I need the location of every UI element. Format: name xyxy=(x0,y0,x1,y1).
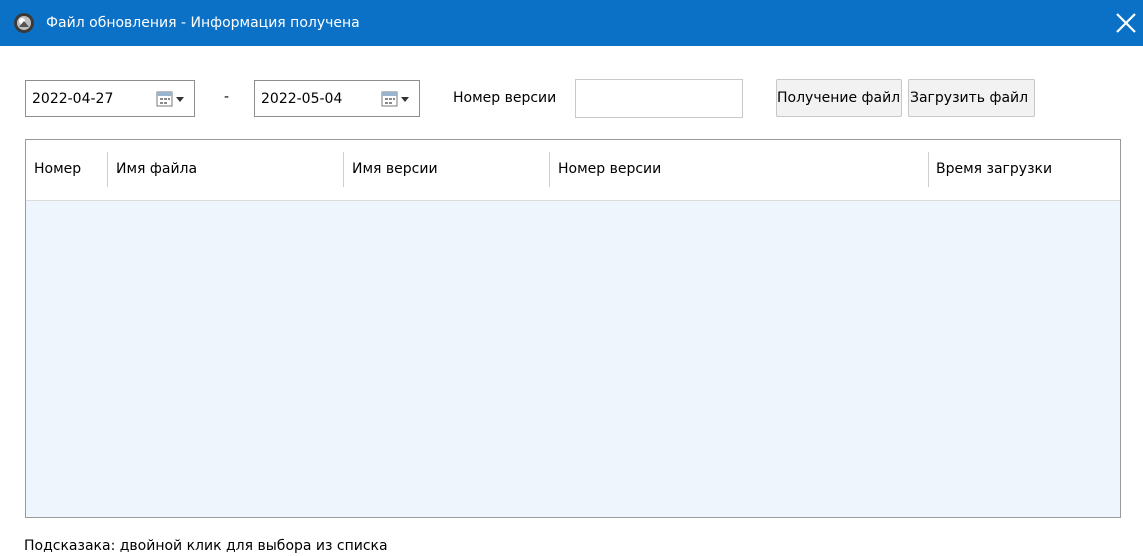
files-table[interactable]: Номер Имя файла Имя версии Номер версии … xyxy=(25,139,1121,518)
column-header-upload-time[interactable]: Время загрузки xyxy=(929,140,1120,200)
date-from-picker[interactable]: 2022-04-27 xyxy=(25,80,195,117)
column-header-label: Имя файла xyxy=(116,161,198,177)
window-title: Файл обновления - Информация получена xyxy=(46,15,360,31)
calendar-dropdown-icon[interactable] xyxy=(156,91,186,108)
app-logo-icon xyxy=(14,13,34,33)
table-header: Номер Имя файла Имя версии Номер версии … xyxy=(26,140,1120,201)
version-number-label: Номер версии xyxy=(453,90,557,106)
fetch-file-label: Получение файла xyxy=(777,90,902,106)
column-header-label: Имя версии xyxy=(352,161,438,177)
column-header-file-name[interactable]: Имя файла xyxy=(108,140,343,200)
column-header-version-name[interactable]: Имя версии xyxy=(344,140,549,200)
date-from-value: 2022-04-27 xyxy=(32,91,114,107)
column-header-label: Номер версии xyxy=(558,161,662,177)
title-bar: Файл обновления - Информация получена xyxy=(0,0,1143,46)
upload-file-button[interactable]: Загрузить файл xyxy=(908,79,1035,117)
version-number-input[interactable] xyxy=(575,79,743,118)
column-header-label: Время загрузки xyxy=(936,161,1053,177)
calendar-dropdown-icon[interactable] xyxy=(381,91,411,108)
close-icon[interactable] xyxy=(1107,0,1143,46)
column-header-version-number[interactable]: Номер версии xyxy=(550,140,928,200)
column-header-number[interactable]: Номер xyxy=(26,140,107,200)
date-to-picker[interactable]: 2022-05-04 xyxy=(254,80,420,117)
date-to-value: 2022-05-04 xyxy=(261,91,343,107)
fetch-file-button[interactable]: Получение файла xyxy=(776,79,902,117)
column-header-label: Номер xyxy=(34,161,82,177)
date-range-separator: - xyxy=(224,89,230,105)
hint-text: Подсказака: двойной клик для выбора из с… xyxy=(24,538,388,554)
